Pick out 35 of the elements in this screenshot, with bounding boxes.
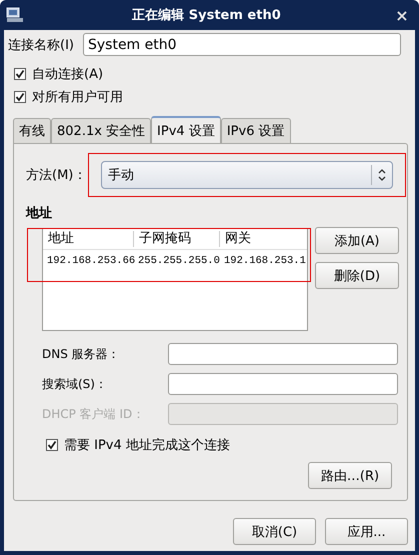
input-field[interactable] [168,343,398,365]
tab[interactable]: IPv6 设置 [220,118,291,143]
button[interactable]: 取消(C) [233,518,316,545]
column-header[interactable]: 子网掩码 [134,231,220,247]
tab[interactable]: 802.1x 安全性 [51,118,152,143]
section-heading: 地址 [26,205,53,222]
field-label: 连接名称(I) [8,36,74,54]
column-header[interactable]: 地址 [43,231,134,247]
column-header[interactable]: 网关 [220,231,307,247]
field-label: DNS 服务器： [42,346,121,362]
field-label: 搜索域(S)： [42,376,108,392]
checkbox[interactable] [46,438,58,450]
checkbox[interactable] [14,90,26,102]
checkbox-label: 需要 IPv4 地址完成这个连接 [64,436,230,454]
close-button[interactable]: × [389,6,415,24]
button[interactable]: 应用... [325,518,408,545]
input-field[interactable] [168,403,398,425]
connection-name-field[interactable]: System eth0 [82,33,401,56]
checkbox-label: 对所有用户可用 [32,88,123,106]
network-computer-icon [6,7,24,23]
button[interactable]: 删除(D) [315,262,399,289]
field-label: 方法(M)： [26,167,88,184]
table-cell-text: 255.255.255.0 [137,255,220,267]
table-cell-text: 192.168.253.1 [223,255,307,267]
input-field[interactable] [168,373,398,395]
field-label: DHCP 客户端 ID： [42,406,146,422]
checkbox[interactable] [14,68,26,80]
checkbox-label: 自动连接(A) [32,66,104,82]
window-title: 正在编辑 System eth0 [131,6,282,24]
tab[interactable]: 有线 [13,118,51,143]
method-dropdown[interactable]: 手动 [101,161,393,189]
table-cell-text: 192.168.253.66 [46,255,134,267]
button[interactable]: 添加(A) [315,227,399,254]
tab[interactable]: IPv4 设置 [151,116,221,144]
routes-button[interactable]: 路由…(R) [308,462,392,489]
